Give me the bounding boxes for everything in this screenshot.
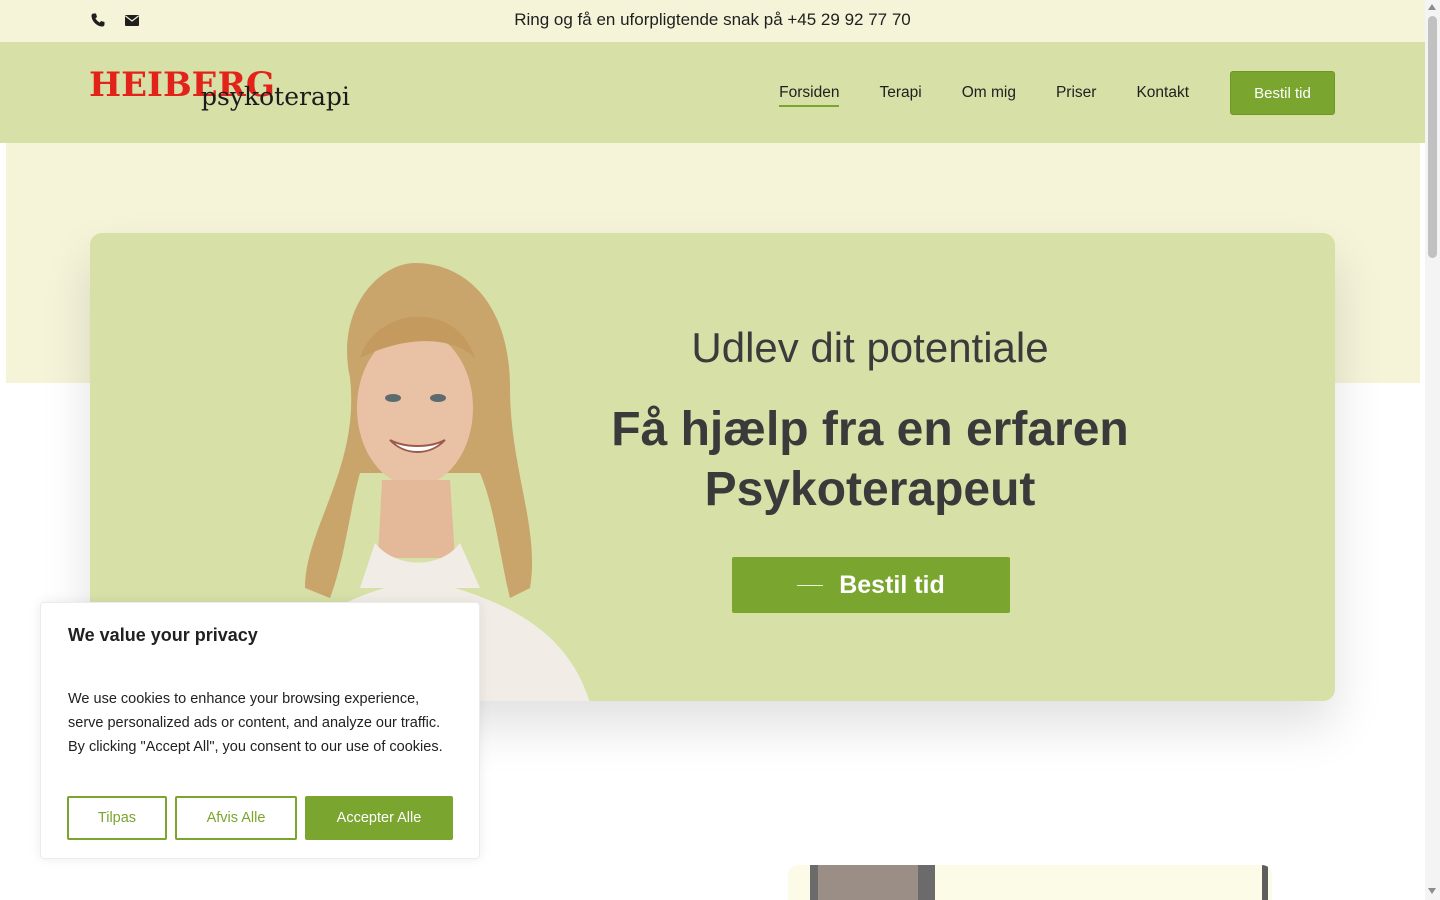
cookie-consent-dialog: We value your privacy We use cookies to … [40,602,480,859]
photo-edge [1262,865,1268,900]
scroll-down-icon[interactable] [1428,888,1436,894]
photo-window [818,865,918,900]
page-scrollbar[interactable] [1425,0,1440,900]
main-nav: Forsiden Terapi Om mig Priser Kontakt [779,84,1189,107]
scrollbar-thumb[interactable] [1428,16,1437,258]
nav-item-priser[interactable]: Priser [1056,84,1096,107]
logo[interactable]: HEIBERG psykoterapi [89,66,350,126]
cookie-accept-all-button[interactable]: Accepter Alle [305,796,453,840]
site-header: HEIBERG psykoterapi Forsiden Terapi Om m… [0,42,1425,143]
logo-subtitle: psykoterapi [201,82,350,111]
cookie-customize-button[interactable]: Tilpas [67,796,167,840]
header-book-button[interactable]: Bestil tid [1230,71,1335,115]
hero-text: Udlev dit potentiale Få hjælp fra en erf… [590,323,1150,520]
dash-icon [797,584,824,586]
scroll-up-icon[interactable] [1428,4,1436,10]
cookie-title: We value your privacy [68,625,258,645]
cookie-reject-all-button[interactable]: Afvis Alle [175,796,297,840]
topbar: Ring og få en uforpligtende snak på +45 … [0,0,1425,42]
nav-item-terapi[interactable]: Terapi [879,84,921,107]
hero-title: Få hjælp fra en erfaren Psykoterapeut [611,403,1129,516]
nav-item-om-mig[interactable]: Om mig [962,84,1016,107]
nav-item-forsiden[interactable]: Forsiden [779,84,840,107]
content-photo [788,865,1272,900]
cookie-body: We use cookies to enhance your browsing … [68,691,443,755]
topbar-phone-text[interactable]: Ring og få en uforpligtende snak på +45 … [0,10,1425,30]
nav-item-kontakt[interactable]: Kontakt [1136,84,1189,107]
hero-kicker: Udlev dit potentiale [691,324,1049,371]
hero-book-button[interactable]: Bestil tid [732,557,1010,613]
hero-book-button-label: Bestil tid [839,570,945,599]
